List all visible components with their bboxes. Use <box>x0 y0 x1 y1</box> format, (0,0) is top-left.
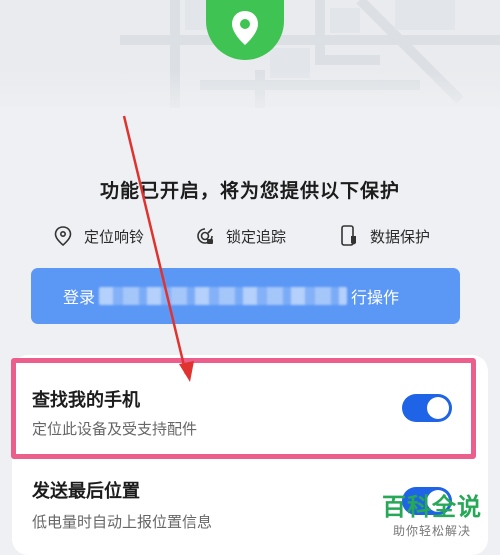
highlight-annotation-box <box>11 358 476 459</box>
map-fade <box>0 70 500 108</box>
feature-label: 数据保护 <box>370 227 431 246</box>
feature-locate-ring: 定位响铃 <box>52 222 144 250</box>
feature-data-protect: 数据保护 <box>338 222 430 250</box>
setting-title: 发送最后位置 <box>32 481 140 502</box>
location-pin-icon <box>230 9 260 51</box>
phone-data-icon <box>338 225 360 247</box>
redacted-account-text <box>99 287 348 305</box>
watermark-subtitle: 助你轻松解决 <box>392 524 471 538</box>
protection-headline: 功能已开启，将为您提供以下保护 <box>99 180 400 202</box>
setting-subtitle: 低电量时自动上报位置信息 <box>32 513 213 531</box>
watermark-title: 百科全说 <box>382 493 482 521</box>
watermark: 百科全说 助你轻松解决 <box>371 492 493 548</box>
location-pin-icon <box>52 225 74 247</box>
feature-label: 定位响铃 <box>84 227 145 246</box>
login-button-prefix: 登录 <box>63 288 96 307</box>
feature-label: 锁定追踪 <box>226 227 287 246</box>
lock-track-icon <box>194 225 216 247</box>
feature-list: 定位响铃 锁定追踪 数据保护 <box>0 222 500 250</box>
login-button-suffix: 行操作 <box>351 288 400 307</box>
login-button[interactable]: 登录 行操作 <box>31 268 460 324</box>
feature-lock-track: 锁定追踪 <box>194 222 286 250</box>
